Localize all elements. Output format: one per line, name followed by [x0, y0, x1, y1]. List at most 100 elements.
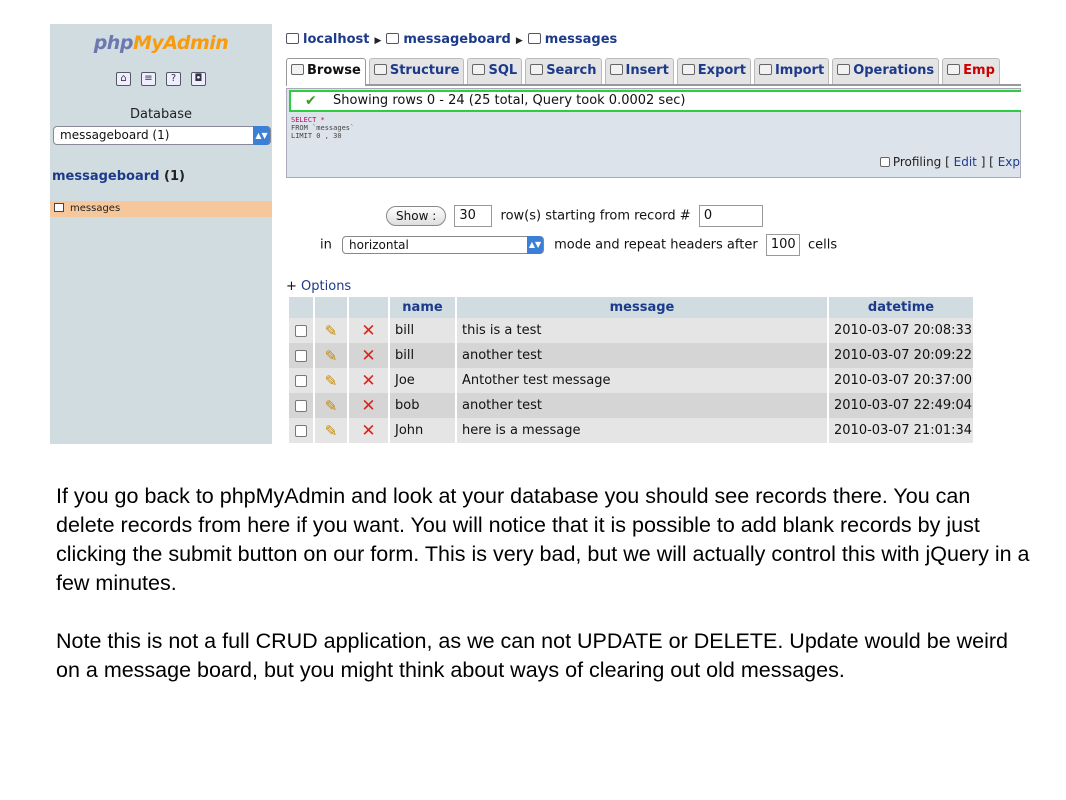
tab-search[interactable]: Search: [525, 58, 602, 84]
structure-icon: [373, 64, 387, 75]
tab-export[interactable]: Export: [676, 58, 751, 84]
delete-x-icon[interactable]: ✕: [361, 371, 375, 391]
breadcrumb-table[interactable]: messages: [545, 32, 617, 47]
cell-name: bob: [389, 393, 457, 418]
cell-message: another test: [456, 393, 829, 418]
chevron-updown-icon: ▲▼: [253, 126, 270, 145]
cell-name: bill: [389, 318, 457, 343]
query-window-icon[interactable]: ◘: [191, 72, 206, 86]
table-icon: [54, 203, 64, 212]
column-header-datetime[interactable]: datetime: [828, 297, 975, 318]
edit-pencil-icon[interactable]: ✎: [325, 422, 338, 440]
breadcrumb-server[interactable]: localhost: [303, 32, 369, 47]
cell-message: here is a message: [456, 418, 829, 443]
server-icon: [286, 33, 299, 44]
insert-icon: [609, 64, 623, 75]
home-icon[interactable]: ⌂: [116, 72, 131, 86]
cell-message: another test: [456, 343, 829, 368]
show-rows-controls: Show : 30 row(s) starting from record # …: [386, 205, 767, 227]
help-icon[interactable]: ?: [166, 72, 181, 86]
cell-datetime: 2010-03-07 20:37:00: [828, 368, 975, 393]
table-row: ✎ ✕ bill another test 2010-03-07 20:09:2…: [289, 343, 975, 368]
row-checkbox[interactable]: [295, 349, 307, 362]
row-checkbox[interactable]: [295, 374, 307, 387]
table-row: ✎ ✕ bob another test 2010-03-07 22:49:04: [289, 393, 975, 418]
chevron-updown-icon: ▲▼: [527, 236, 543, 254]
column-header-message[interactable]: message: [456, 297, 829, 318]
edit-query-link[interactable]: Edit: [954, 155, 977, 169]
cell-name: bill: [389, 343, 457, 368]
phpmyadmin-screenshot: phpMyAdmin ⌂ ≡? ◘ Database messageboard (1…: [50, 24, 1021, 444]
import-icon: [758, 64, 772, 75]
database-icon: [386, 33, 400, 44]
cell-message: Antother test message: [456, 368, 829, 393]
edit-pencil-icon[interactable]: ✎: [325, 397, 338, 415]
search-icon: [530, 64, 544, 75]
breadcrumb: localhost ▶ messageboard ▶ messages: [286, 32, 617, 47]
tab-insert[interactable]: Insert: [604, 58, 674, 84]
arrow-right-icon: ▶: [374, 36, 382, 46]
tab-operations[interactable]: Operations: [832, 58, 940, 84]
edit-pencil-icon[interactable]: ✎: [325, 322, 338, 340]
delete-x-icon[interactable]: ✕: [361, 321, 375, 341]
delete-x-icon[interactable]: ✕: [361, 396, 375, 416]
profiling-checkbox[interactable]: [879, 157, 890, 167]
delete-x-icon[interactable]: ✕: [361, 421, 375, 441]
browse-icon: [291, 64, 304, 75]
edit-pencil-icon[interactable]: ✎: [325, 372, 338, 390]
export-icon: [681, 64, 695, 75]
main-panel: localhost ▶ messageboard ▶ messages Browse St…: [286, 24, 1021, 444]
table-row: ✎ ✕ bill this is a test 2010-03-07 20:08…: [289, 318, 975, 343]
edit-pencil-icon[interactable]: ✎: [325, 347, 338, 365]
row-checkbox[interactable]: [295, 424, 307, 437]
tab-sql[interactable]: SQL: [467, 58, 523, 84]
tab-structure[interactable]: Structure: [368, 58, 465, 84]
profiling-controls: Profiling [ Edit ] [ Exp: [879, 155, 1020, 169]
column-header-name[interactable]: name: [389, 297, 457, 318]
explain-link[interactable]: Exp: [998, 155, 1020, 169]
repeat-headers-input[interactable]: 100: [765, 234, 800, 256]
query-result-box: ✔ Showing rows 0 - 24 (25 total, Query to…: [286, 88, 1021, 178]
table-row: ✎ ✕ John here is a message 2010-03-07 21…: [289, 418, 975, 443]
cell-datetime: 2010-03-07 20:08:33: [828, 318, 975, 343]
caption-text: If you go back to phpMyAdmin and look at…: [56, 482, 1031, 714]
checkmark-icon: ✔: [305, 93, 317, 109]
sidebar-item-messages[interactable]: messages: [50, 201, 272, 217]
breadcrumb-database[interactable]: messageboard: [403, 32, 510, 47]
table-icon: [527, 33, 541, 44]
cell-name: Joe: [389, 368, 457, 393]
sidebar: phpMyAdmin ⌂ ≡? ◘ Database messageboard (1…: [50, 24, 272, 444]
sql-icon[interactable]: ≡: [141, 72, 156, 86]
tab-bar: Browse Structure SQL Search Insert Export Impo…: [286, 58, 1021, 86]
phpmyadmin-logo[interactable]: phpMyAdmin: [50, 32, 272, 54]
show-button[interactable]: Show :: [386, 206, 447, 226]
cell-datetime: 2010-03-07 20:09:22: [828, 343, 975, 368]
tab-empty[interactable]: Emp: [942, 58, 1000, 84]
cell-datetime: 2010-03-07 22:49:04: [828, 393, 975, 418]
tab-browse[interactable]: Browse: [286, 58, 366, 86]
table-row: ✎ ✕ Joe Antother test message 2010-03-07…: [289, 368, 975, 393]
success-message: ✔ Showing rows 0 - 24 (25 total, Query to…: [289, 90, 1021, 112]
caption-paragraph-2: Note this is not a full CRUD application…: [56, 629, 1009, 682]
sidebar-icons: ⌂ ≡? ◘: [50, 72, 272, 86]
rows-count-input[interactable]: 30: [454, 205, 493, 227]
table-header-row: name message datetime: [289, 297, 975, 318]
operations-icon: [837, 64, 851, 75]
arrow-right-icon: ▶: [515, 36, 523, 46]
empty-icon: [947, 64, 961, 75]
tab-import[interactable]: Import: [753, 58, 830, 84]
sql-query-text: SELECT * FROM `messages` LIMIT 0 , 30: [291, 116, 355, 140]
display-mode-select[interactable]: horizontal ▲▼: [342, 236, 544, 254]
row-checkbox[interactable]: [295, 399, 307, 412]
options-toggle[interactable]: + Options: [286, 279, 351, 294]
results-table: name message datetime ✎ ✕ bill this is a…: [289, 297, 975, 443]
cell-message: this is a test: [456, 318, 829, 343]
database-label: Database: [129, 107, 193, 122]
start-record-input[interactable]: 0: [698, 205, 763, 227]
delete-x-icon[interactable]: ✕: [361, 346, 375, 366]
cell-datetime: 2010-03-07 21:01:34: [828, 418, 975, 443]
database-title-link[interactable]: messageboard (1): [52, 169, 185, 184]
row-checkbox[interactable]: [295, 324, 307, 337]
database-select[interactable]: messageboard (1) ▲▼: [53, 126, 271, 145]
display-mode-controls: in horizontal ▲▼ mode and repeat headers …: [320, 234, 837, 256]
